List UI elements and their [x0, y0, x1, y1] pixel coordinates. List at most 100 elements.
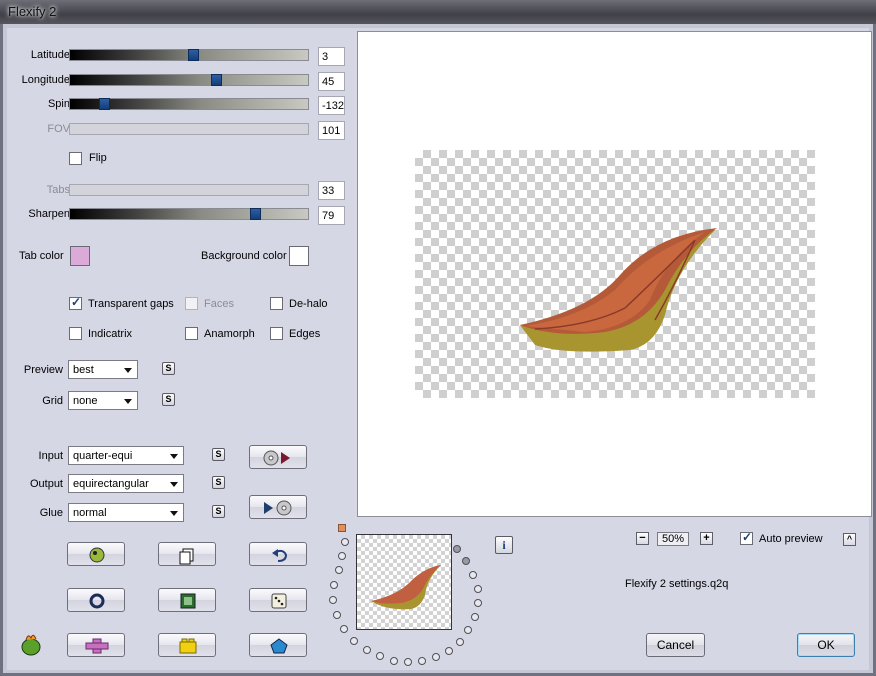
spin-slider[interactable]: [69, 98, 309, 110]
info-button[interactable]: i: [495, 536, 513, 554]
preset-dot[interactable]: [329, 596, 337, 604]
indicatrix-checkbox[interactable]: [69, 327, 82, 340]
preset-dot[interactable]: [445, 647, 453, 655]
random-preset-button[interactable]: [67, 542, 125, 566]
cancel-button[interactable]: Cancel: [646, 633, 705, 657]
faces-checkbox: [185, 297, 198, 310]
preview-select[interactable]: best: [68, 360, 138, 379]
preset-dot[interactable]: [432, 653, 440, 661]
preset-dot[interactable]: [474, 585, 482, 593]
input-select[interactable]: quarter-equi: [68, 446, 184, 465]
background-color-swatch[interactable]: [289, 246, 309, 266]
chevron-down-icon: [170, 482, 178, 487]
auto-preview-checkbox[interactable]: ✓: [740, 530, 753, 545]
longitude-slider[interactable]: [69, 74, 309, 86]
de-halo-checkbox[interactable]: [270, 297, 283, 310]
check-icon: ✓: [742, 530, 753, 544]
square-button[interactable]: [158, 588, 216, 612]
preset-dot[interactable]: [350, 637, 358, 645]
anamorph-checkbox[interactable]: [185, 327, 198, 340]
zoom-level: 50%: [657, 532, 689, 546]
window-title: Flexify 2: [8, 4, 57, 19]
sharpen-slider-thumb[interactable]: [250, 208, 261, 220]
preset-dot[interactable]: [330, 581, 338, 589]
preset-dot[interactable]: [390, 657, 398, 665]
output-select-value: equirectangular: [73, 478, 149, 490]
preset-dot[interactable]: [363, 646, 371, 654]
preset-dot[interactable]: [474, 599, 482, 607]
undo-button[interactable]: [249, 542, 307, 566]
preset-dot[interactable]: [376, 652, 384, 660]
spin-value[interactable]: -132: [318, 96, 345, 115]
output-select[interactable]: equirectangular: [68, 474, 184, 493]
tab-color-label: Tab color: [19, 250, 64, 262]
latitude-value[interactable]: 3: [318, 47, 345, 66]
anamorph-label[interactable]: Anamorph: [204, 328, 255, 340]
copy-button[interactable]: [158, 542, 216, 566]
pentagon-button[interactable]: [249, 633, 307, 657]
chevron-down-icon: [170, 511, 178, 516]
grid-select[interactable]: none: [68, 391, 138, 410]
flip-checkbox[interactable]: [69, 152, 82, 165]
transparent-gaps-checkbox[interactable]: ✓: [69, 295, 82, 310]
preset-dot[interactable]: [418, 657, 426, 665]
latitude-label: Latitude: [30, 49, 70, 61]
output-s-button[interactable]: S: [212, 476, 225, 489]
preview-canvas: [415, 150, 815, 398]
play-to-disc-button[interactable]: [249, 495, 307, 519]
check-icon: ✓: [71, 295, 82, 309]
collapse-button[interactable]: ^: [843, 533, 856, 546]
preset-dot[interactable]: [404, 658, 412, 666]
preset-dot[interactable]: [333, 611, 341, 619]
flip-label[interactable]: Flip: [89, 152, 107, 164]
ok-button[interactable]: OK: [797, 633, 855, 657]
zoom-out-button[interactable]: −: [636, 532, 649, 545]
preset-dot[interactable]: [462, 557, 470, 565]
glue-select[interactable]: normal: [68, 503, 184, 522]
edges-label[interactable]: Edges: [289, 328, 320, 340]
edges-checkbox[interactable]: [270, 327, 283, 340]
longitude-slider-thumb[interactable]: [211, 74, 222, 86]
input-s-button[interactable]: S: [212, 448, 225, 461]
preset-dot[interactable]: [341, 538, 349, 546]
dice-button[interactable]: [249, 588, 307, 612]
latitude-slider[interactable]: [69, 49, 309, 61]
preset-dot[interactable]: [335, 566, 343, 574]
preset-dot[interactable]: [456, 638, 464, 646]
preview-pane[interactable]: [357, 31, 872, 517]
title-bar[interactable]: Flexify 2: [0, 0, 876, 24]
latitude-slider-thumb[interactable]: [188, 49, 199, 61]
spin-slider-thumb[interactable]: [99, 98, 110, 110]
cross-button[interactable]: [67, 633, 125, 657]
preset-dot[interactable]: [453, 545, 461, 553]
tab-color-swatch[interactable]: [70, 246, 90, 266]
disc-play-icon: [263, 450, 290, 466]
grid-label: Grid: [42, 395, 63, 407]
output-label: Output: [29, 478, 63, 490]
preset-dot[interactable]: [464, 626, 472, 634]
zoom-in-button[interactable]: +: [700, 532, 713, 545]
transparent-gaps-label[interactable]: Transparent gaps: [88, 298, 174, 310]
brick-button[interactable]: [158, 633, 216, 657]
longitude-value[interactable]: 45: [318, 72, 345, 91]
disc-to-play-button[interactable]: [249, 445, 307, 469]
preset-thumbnail[interactable]: [356, 534, 452, 630]
de-halo-label[interactable]: De-halo: [289, 298, 328, 310]
ring-button[interactable]: [67, 588, 125, 612]
auto-preview-label[interactable]: Auto preview: [759, 533, 823, 545]
preset-dot[interactable]: [469, 571, 477, 579]
fov-slider: [69, 123, 309, 135]
indicatrix-label[interactable]: Indicatrix: [88, 328, 132, 340]
sharpen-slider[interactable]: [69, 208, 309, 220]
preview-s-button[interactable]: S: [162, 362, 175, 375]
grid-s-button[interactable]: S: [162, 393, 175, 406]
fov-value: 101: [318, 121, 345, 140]
glue-s-button[interactable]: S: [212, 505, 225, 518]
preset-dot[interactable]: [340, 625, 348, 633]
preset-dot-selected[interactable]: [338, 524, 346, 532]
glue-label: Glue: [39, 507, 63, 519]
sharpen-value[interactable]: 79: [318, 206, 345, 225]
preset-dot[interactable]: [338, 552, 346, 560]
preset-dot[interactable]: [471, 613, 479, 621]
chevron-down-icon: [170, 454, 178, 459]
